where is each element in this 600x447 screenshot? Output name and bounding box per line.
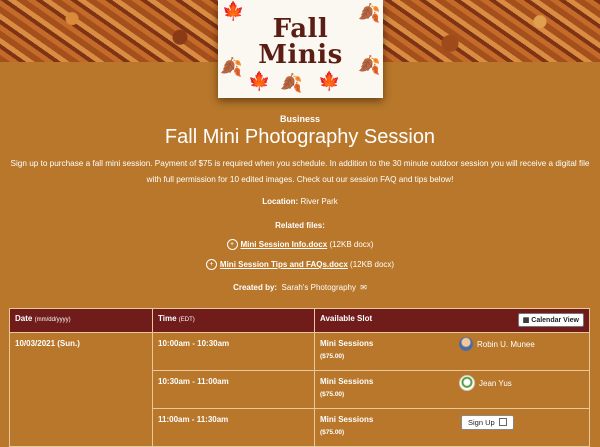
location: Location: River Park	[262, 197, 338, 206]
signed-up-person: Jean Yus	[459, 375, 512, 391]
file-item[interactable]: + Mini Session Tips and FAQs.docx (12KB d…	[0, 259, 600, 270]
signup-table: Date (mm/dd/yyyy) Time (EDT) Available S…	[9, 308, 590, 447]
calendar-icon: ▦	[522, 317, 530, 324]
related-files-label: Related files:	[275, 221, 325, 230]
slot-cell: Mini Sessions ($75.00) Jean Yus	[314, 370, 590, 409]
leaf-icon: 🍁	[318, 71, 341, 91]
time-cell: 10:30am - 11:00am	[152, 370, 315, 409]
file-link[interactable]: Mini Session Info.docx	[241, 240, 328, 249]
description: Sign up to purchase a fall mini session.…	[10, 159, 590, 184]
fall-minis-cover-image: 🍁 🍂 🍂 🍁 🍂 🍁 🍂 Fall Minis	[218, 0, 383, 98]
category-label: Business	[279, 114, 321, 124]
checkbox-icon	[498, 418, 507, 426]
download-icon: +	[226, 239, 238, 250]
table-row: 10/03/2021 (Sun.) 10:00am - 10:30am Mini…	[9, 332, 590, 447]
download-icon: +	[205, 259, 217, 270]
avatar	[459, 375, 475, 391]
avatar	[459, 337, 473, 351]
creator-name: Sarah's Photography	[281, 283, 356, 292]
leaf-icon: 🍁	[248, 71, 271, 91]
time-cell: 11:00am - 11:30am	[152, 408, 315, 447]
slot-cell: Mini Sessions ($75.00) Robin U. Munee	[314, 332, 590, 371]
date-column-header: Date (mm/dd/yyyy)	[9, 308, 153, 333]
email-icon[interactable]: ✉	[360, 283, 367, 292]
sign-up-button[interactable]: Sign Up	[461, 415, 514, 430]
leaf-icon: 🍂	[280, 73, 303, 93]
file-meta: (12KB docx)	[350, 260, 395, 269]
cover-title: Fall Minis	[258, 14, 343, 70]
page-title: Fall Mini Photography Session	[164, 126, 436, 148]
slot-cell: Mini Sessions ($75.00) Sign Up	[314, 408, 590, 447]
table-header-row: Date (mm/dd/yyyy) Time (EDT) Available S…	[9, 308, 590, 333]
date-cell: 10/03/2021 (Sun.)	[9, 332, 153, 447]
time-column-header: Time (EDT)	[152, 308, 315, 333]
file-meta: (12KB docx)	[329, 240, 374, 249]
calendar-view-button[interactable]: ▦ Calendar View	[517, 313, 584, 327]
file-link[interactable]: Mini Session Tips and FAQs.docx	[220, 260, 348, 269]
location-value: River Park	[300, 197, 338, 206]
slot-column-header: Available Slot ▦ Calendar View	[314, 308, 590, 333]
signed-up-person: Robin U. Munee	[459, 337, 535, 351]
time-cell: 10:00am - 10:30am	[152, 332, 315, 371]
created-by: Created by: Sarah's Photography ✉	[233, 283, 367, 292]
file-item[interactable]: + Mini Session Info.docx (12KB docx)	[0, 239, 600, 250]
